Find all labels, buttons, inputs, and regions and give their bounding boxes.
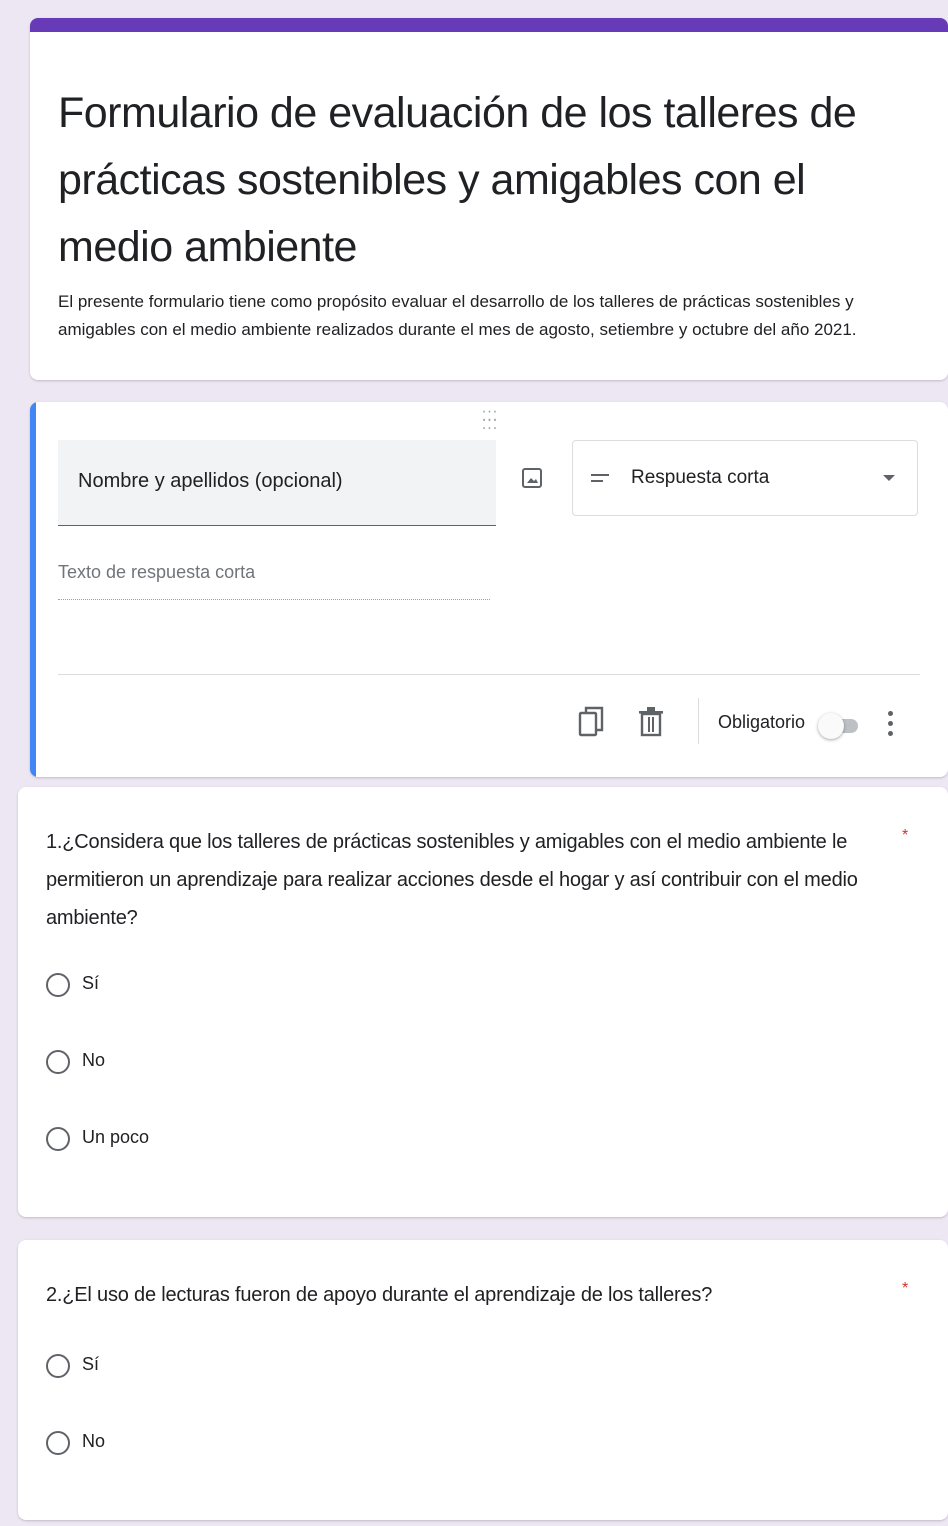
question-type-label: Respuesta corta [631, 467, 770, 488]
more-options-icon[interactable] [882, 708, 898, 740]
question-title: 1.¿Considera que los talleres de práctic… [46, 831, 858, 929]
required-label: Obligatorio [718, 712, 806, 732]
form-title[interactable]: Formulario de evaluación de los talleres… [58, 80, 918, 281]
form-header-card: Formulario de evaluación de los talleres… [30, 18, 948, 380]
option-label: No [82, 1050, 106, 1070]
short-answer-placeholder: Texto de respuesta corta [58, 562, 490, 600]
required-toggle[interactable] [818, 711, 862, 739]
question-card-1[interactable]: 1.¿Considera que los talleres de práctic… [18, 787, 948, 1217]
option-label: Sí [82, 973, 100, 993]
form-description[interactable]: El presente formulario tiene como propós… [58, 288, 918, 344]
required-asterisk: * [902, 827, 909, 844]
header-accent-bar [30, 18, 948, 32]
required-asterisk: * [902, 1280, 909, 1297]
option-label: Sí [82, 1354, 100, 1374]
active-question-card[interactable]: ⁚⁚⁚ ⁚⁚⁚ Nombre y apellidos (opcional) Res… [30, 402, 948, 777]
radio-button[interactable] [46, 1127, 70, 1151]
radio-button[interactable] [46, 1050, 70, 1074]
question-type-dropdown[interactable]: Respuesta corta [572, 440, 918, 516]
footer-divider [58, 674, 920, 675]
question-title-input[interactable]: Nombre y apellidos (opcional) [58, 440, 496, 526]
option-label: No [82, 1431, 106, 1451]
toggle-knob [818, 713, 844, 739]
chevron-down-icon [883, 475, 895, 481]
question-title: 2.¿El uso de lecturas fueron de apoyo du… [46, 1284, 713, 1306]
drag-handle-icon[interactable]: ⁚⁚⁚ ⁚⁚⁚ [480, 409, 500, 431]
add-image-icon[interactable] [520, 466, 544, 490]
question-card-2[interactable]: 2.¿El uso de lecturas fueron de apoyo du… [18, 1240, 948, 1520]
radio-button[interactable] [46, 1354, 70, 1378]
radio-button[interactable] [46, 1431, 70, 1455]
radio-button[interactable] [46, 973, 70, 997]
footer-separator [698, 698, 699, 744]
option-label: Un poco [82, 1127, 150, 1147]
active-indicator-bar [30, 402, 36, 777]
duplicate-icon[interactable] [578, 705, 606, 739]
short-text-icon [591, 474, 609, 482]
delete-icon[interactable] [638, 707, 664, 737]
